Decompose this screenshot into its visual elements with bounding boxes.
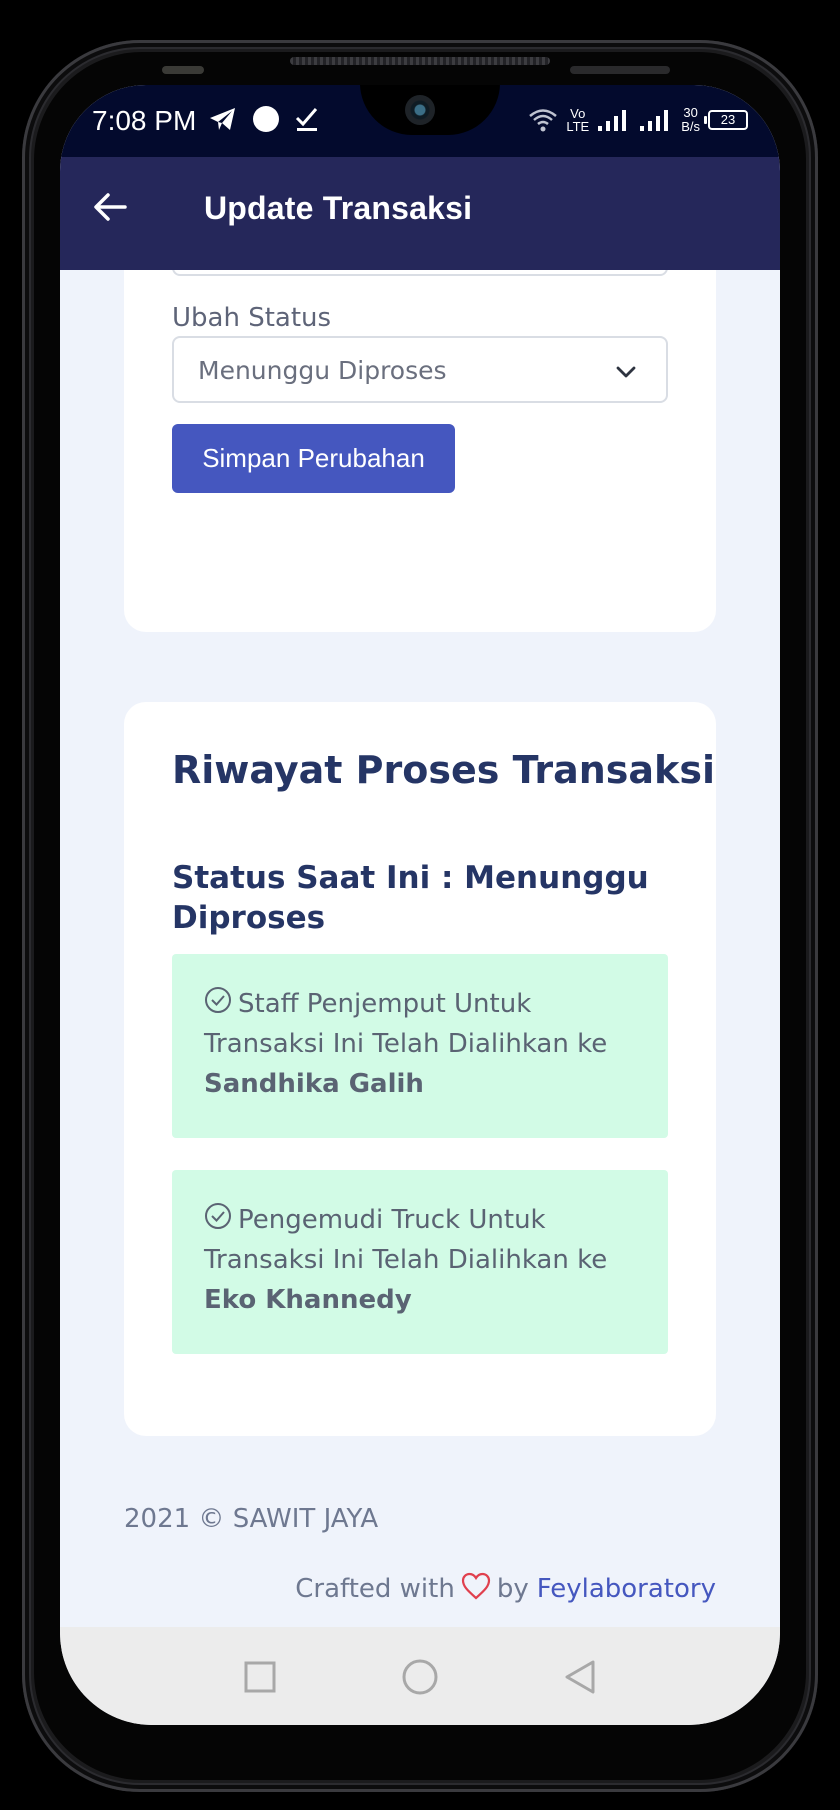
- footer-credit: Crafted with by Feylaboratory: [295, 1572, 716, 1606]
- check-circle-icon: [205, 987, 231, 1013]
- status-time: 7:08 PM: [92, 105, 197, 136]
- crafted-prefix: Crafted with: [295, 1574, 455, 1604]
- history-entry: Pengemudi Truck Untuk Transaksi Ini Tela…: [172, 1170, 668, 1354]
- footer-copyright: 2021 © SAWIT JAYA: [124, 1504, 379, 1534]
- back-button[interactable]: [90, 187, 130, 227]
- speed-value: 30: [683, 105, 698, 120]
- save-changes-button[interactable]: Simpan Perubahan: [172, 424, 455, 493]
- telegram-icon: [210, 108, 235, 130]
- app-bar: Update Transaksi: [60, 157, 780, 270]
- history-entry-name: Sandhika Galih: [204, 1069, 424, 1099]
- battery-icon: 23: [704, 110, 748, 130]
- brand-link[interactable]: Feylaboratory: [537, 1574, 716, 1604]
- scroll-content[interactable]: Ubah Status Menunggu Diproses Simpan Per…: [60, 270, 780, 1627]
- volte-bottom: LTE: [566, 119, 590, 134]
- crafted-by: by: [496, 1574, 529, 1604]
- chevron-down-icon: [616, 366, 636, 378]
- arrow-left-icon: [94, 193, 127, 221]
- signal-strength-icon: [598, 110, 627, 131]
- signal-strength-2-icon: [640, 110, 669, 131]
- recent-apps-button[interactable]: [240, 1657, 280, 1697]
- front-camera: [405, 95, 435, 125]
- status-bar: 7:08 PM Vo LTE 30 B/s 23: [60, 85, 780, 157]
- battery-level: 23: [720, 112, 736, 127]
- triangle-back-icon: [565, 1660, 595, 1694]
- system-indicators: Vo LTE 30 B/s 23: [528, 103, 748, 137]
- notification-icons: [208, 103, 320, 135]
- history-entry-text: Pengemudi Truck Untuk Transaksi Ini Tela…: [204, 1200, 644, 1320]
- light-sensor: [570, 66, 670, 74]
- wifi-icon: [529, 109, 558, 132]
- update-status-card: Ubah Status Menunggu Diproses Simpan Per…: [124, 270, 716, 632]
- history-entry-message: Pengemudi Truck Untuk Transaksi Ini Tela…: [204, 1205, 608, 1275]
- speed-unit: B/s: [681, 119, 700, 134]
- earpiece-speaker: [290, 57, 550, 65]
- history-title: Riwayat Proses Transaksi: [172, 748, 715, 792]
- back-nav-button[interactable]: [560, 1657, 600, 1697]
- transaction-history-card: Riwayat Proses Transaksi Status Saat Ini…: [124, 702, 716, 1436]
- history-entry-message: Staff Penjemput Untuk Transaksi Ini Tela…: [204, 989, 608, 1059]
- square-icon: [244, 1661, 276, 1693]
- home-button[interactable]: [400, 1657, 440, 1697]
- status-select-value: Menunggu Diproses: [198, 356, 447, 385]
- system-nav-bar: [60, 1627, 780, 1725]
- phone-screen: 7:08 PM Vo LTE 30 B/s 23 Update Transaks…: [60, 85, 780, 1725]
- volte-indicator: Vo LTE: [566, 107, 589, 133]
- heart-icon: [461, 1572, 490, 1600]
- current-status: Status Saat Ini : Menunggu Diproses: [172, 860, 649, 936]
- circle-notification-icon: [253, 106, 279, 132]
- status-select[interactable]: Menunggu Diproses: [172, 336, 668, 403]
- check-circle-icon: [205, 1203, 231, 1229]
- network-speed: 30 B/s: [681, 106, 700, 134]
- task-check-icon: [295, 108, 318, 131]
- status-label: Ubah Status: [172, 303, 332, 333]
- history-entry-text: Staff Penjemput Untuk Transaksi Ini Tela…: [204, 984, 644, 1104]
- circle-icon: [402, 1659, 438, 1695]
- history-entry: Staff Penjemput Untuk Transaksi Ini Tela…: [172, 954, 668, 1138]
- previous-field[interactable]: [172, 270, 668, 276]
- proximity-sensor: [162, 66, 204, 74]
- history-entry-name: Eko Khannedy: [204, 1285, 412, 1315]
- page-title: Update Transaksi: [204, 190, 473, 226]
